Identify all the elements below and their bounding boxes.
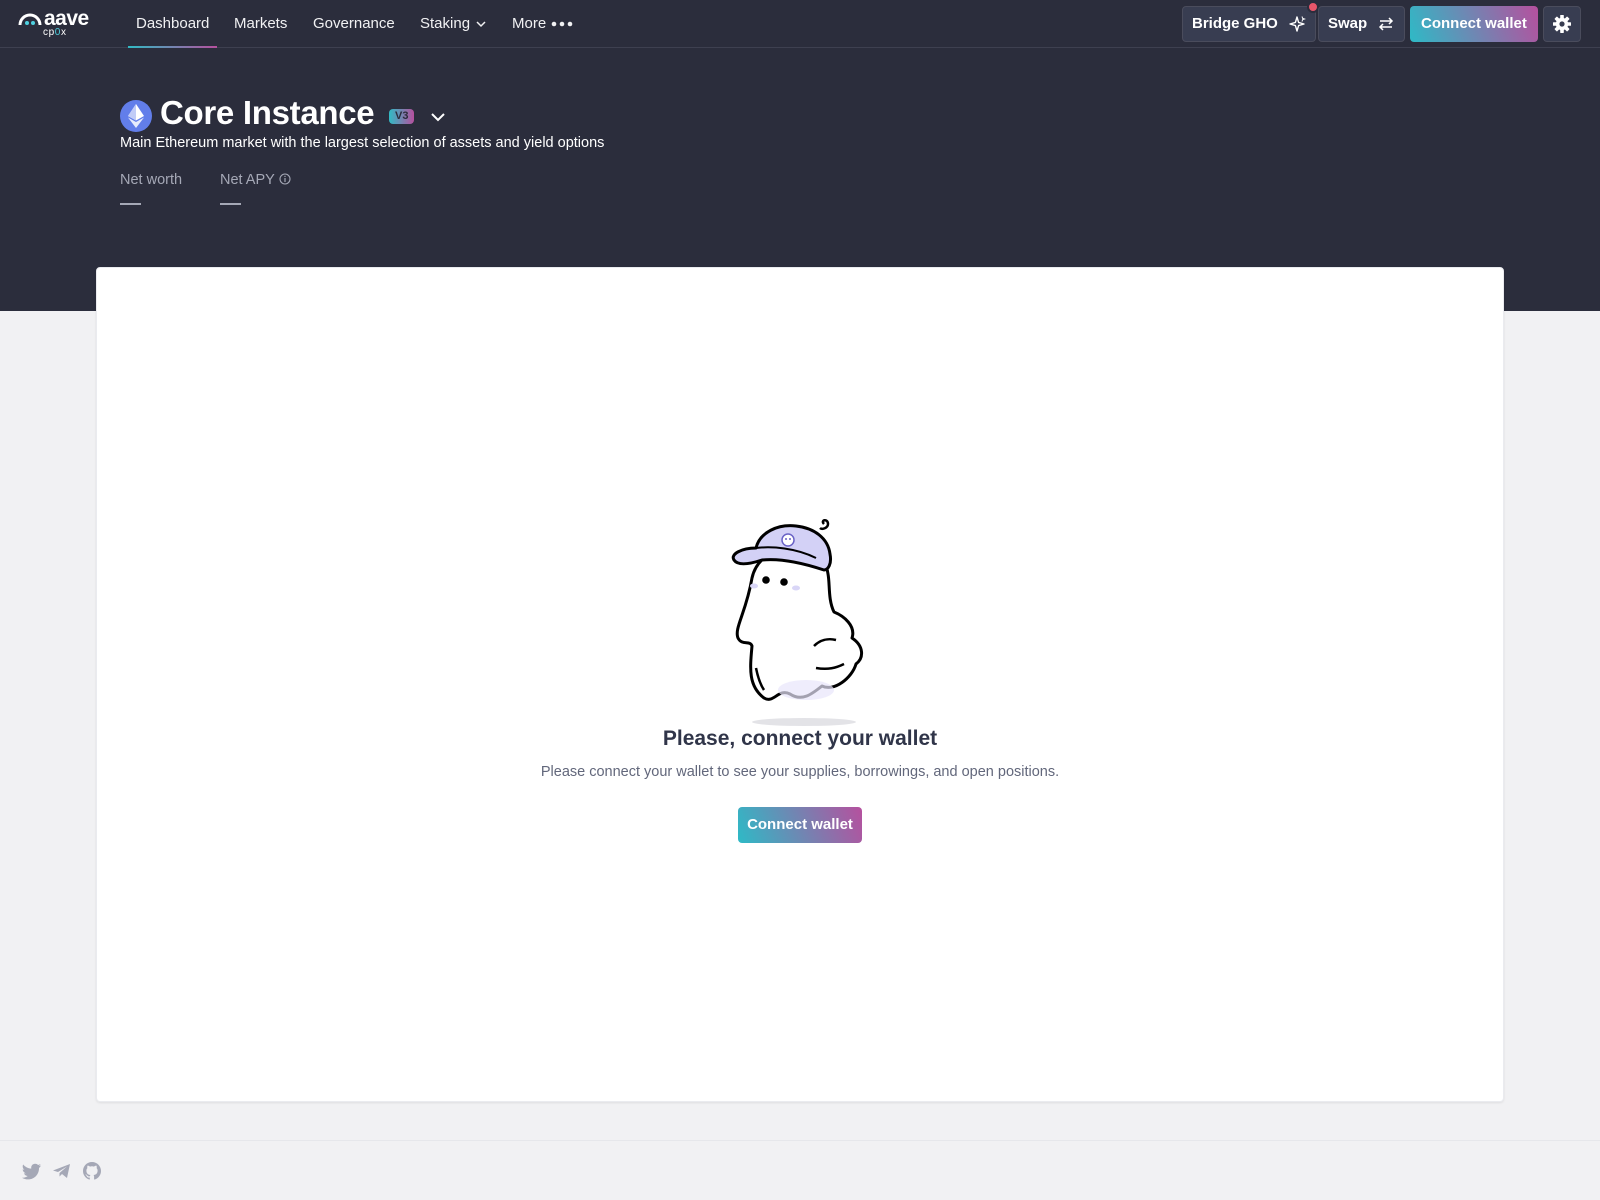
settings-icon (1553, 15, 1571, 33)
market-title: Core Instance (160, 94, 375, 131)
market-selector-chevron-icon[interactable] (427, 106, 449, 128)
nav-markets[interactable]: Markets (234, 0, 287, 48)
bridge-gho-button[interactable]: Bridge GHO (1182, 1, 1320, 42)
github-icon[interactable] (82, 1161, 102, 1181)
net-apy-value-placeholder (220, 203, 241, 205)
nav-governance[interactable]: Governance (313, 0, 395, 48)
brand-subtitle: cp0x (43, 27, 67, 38)
nav-staking[interactable]: Staking (420, 0, 488, 48)
connect-wallet-button-top[interactable]: Connect wallet (1410, 6, 1538, 42)
telegram-icon[interactable] (52, 1161, 72, 1181)
ethereum-icon (120, 100, 152, 132)
aave-ghost-mark-icon (18, 13, 42, 26)
info-icon[interactable] (279, 173, 291, 185)
net-worth-value-placeholder (120, 203, 141, 205)
version-badge: V3 (389, 109, 415, 124)
footer (0, 1140, 1600, 1200)
sparkle-icon (1289, 16, 1307, 32)
twitter-icon[interactable] (22, 1161, 42, 1181)
dots-icon (552, 21, 573, 27)
nav-more[interactable]: More (512, 0, 574, 48)
empty-state-title: Please, connect your wallet (662, 727, 938, 750)
market-description: Main Ethereum market with the largest se… (120, 135, 605, 151)
connect-wallet-button[interactable]: Connect wallet (738, 807, 862, 843)
chevron-down-icon (476, 21, 486, 28)
empty-state-text: Please connect your wallet to see your s… (540, 764, 1060, 780)
swap-button[interactable]: Swap (1318, 6, 1406, 42)
settings-button[interactable] (1543, 6, 1581, 42)
top-navigation-bar: aave cp0x Dashboard Markets Governance S… (0, 0, 1600, 48)
net-apy-label: Net APY (220, 172, 291, 188)
ghost-mascot-illustration (731, 519, 863, 726)
swap-arrows-icon (1379, 17, 1394, 31)
aave-logo[interactable]: aave cp0x (18, 7, 94, 41)
net-worth-label: Net worth (120, 172, 183, 188)
nav-dashboard[interactable]: Dashboard (127, 0, 218, 48)
